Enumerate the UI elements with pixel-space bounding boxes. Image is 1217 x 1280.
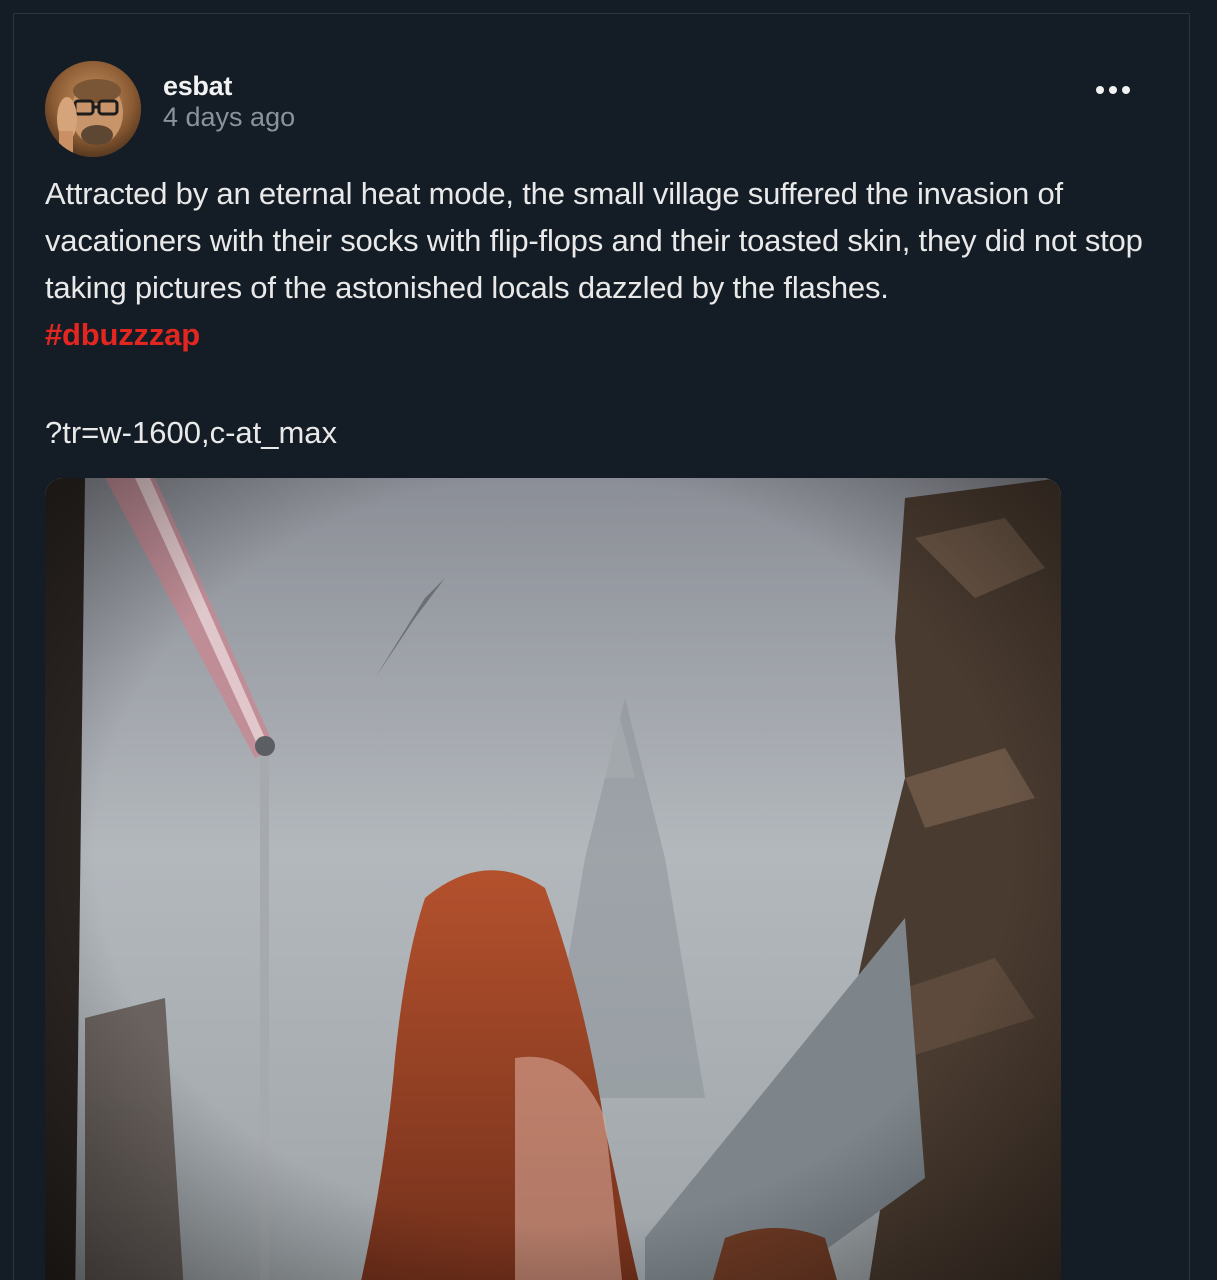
post-image-artwork bbox=[45, 478, 1061, 1280]
post-body: Attracted by an eternal heat mode, the s… bbox=[45, 170, 1175, 358]
hashtag-link[interactable]: #dbuzzzap bbox=[45, 311, 1175, 358]
post-body-text: Attracted by an eternal heat mode, the s… bbox=[45, 176, 1143, 305]
more-horizontal-icon bbox=[1096, 86, 1104, 94]
author-name[interactable]: esbat bbox=[163, 71, 232, 102]
avatar[interactable] bbox=[45, 61, 141, 157]
image-query-text: ?tr=w-1600,c-at_max bbox=[45, 415, 338, 450]
more-horizontal-icon-dot bbox=[1109, 86, 1117, 94]
post-timestamp[interactable]: 4 days ago bbox=[163, 102, 295, 133]
post-image[interactable] bbox=[45, 478, 1061, 1280]
more-options-button[interactable] bbox=[1091, 76, 1135, 104]
more-horizontal-icon-dot bbox=[1122, 86, 1130, 94]
avatar-image bbox=[45, 61, 141, 157]
